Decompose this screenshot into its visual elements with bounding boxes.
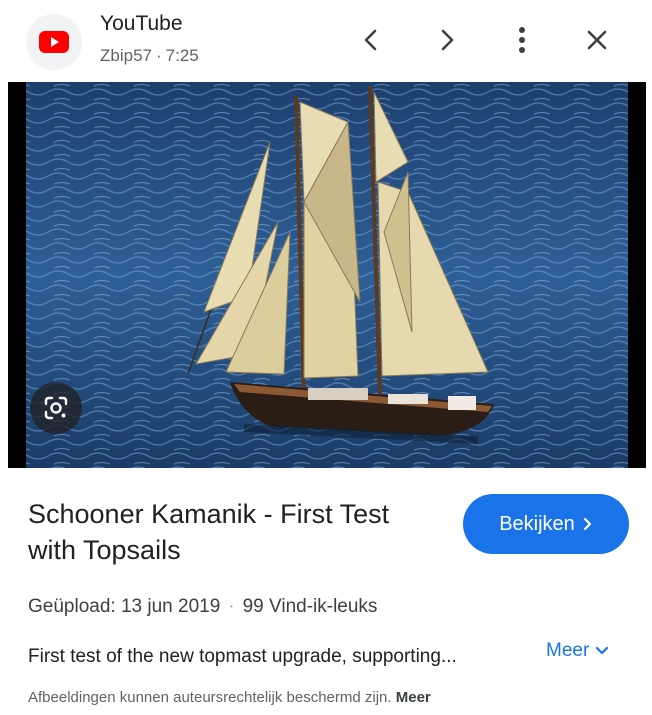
video-meta: Geüpload: 13 jun 2019 · 99 Vind-ik-leuks [28, 596, 377, 618]
video-title[interactable]: Schooner Kamanik - First Test with Topsa… [28, 496, 438, 568]
watch-button-label: Bekijken [499, 512, 575, 535]
copyright-text: Afbeeldingen kunnen auteursrechtelijk be… [28, 689, 392, 706]
youtube-logo [26, 14, 82, 70]
schooner-photo [8, 82, 646, 468]
watch-button[interactable]: Bekijken [463, 494, 629, 554]
previous-button[interactable] [351, 20, 391, 60]
close-button[interactable] [577, 20, 617, 60]
close-icon [587, 30, 607, 50]
result-header: YouTube Zbip57 · 7:25 [0, 0, 652, 82]
chevron-right-icon [441, 29, 454, 51]
chevron-down-icon [596, 646, 609, 655]
source-name: YouTube [100, 12, 183, 35]
google-lens-icon [44, 396, 68, 420]
source-subtitle: Zbip57 · 7:25 [100, 46, 199, 66]
next-button[interactable] [427, 20, 467, 60]
copyright-more-link[interactable]: Meer [396, 689, 431, 706]
separator-dot: · [155, 46, 162, 65]
youtube-logo-icon [39, 31, 69, 53]
google-lens-button[interactable] [30, 382, 82, 434]
separator-dot: · [228, 596, 235, 617]
video-duration: 7:25 [165, 46, 199, 65]
chevron-left-icon [364, 29, 377, 51]
channel-name: Zbip57 [100, 46, 152, 65]
more-options-button[interactable] [502, 20, 542, 60]
chevron-right-icon [583, 517, 591, 531]
copyright-notice: Afbeeldingen kunnen auteursrechtelijk be… [28, 689, 431, 706]
like-count: 99 Vind-ik-leuks [242, 596, 378, 617]
upload-date: Geüpload: 13 jun 2019 [28, 596, 221, 617]
more-vert-icon [519, 27, 525, 53]
show-more-button[interactable]: Meer [546, 640, 609, 662]
video-description: First test of the new topmast upgrade, s… [28, 646, 457, 667]
show-more-label: Meer [546, 640, 590, 661]
video-thumbnail[interactable] [8, 82, 646, 468]
